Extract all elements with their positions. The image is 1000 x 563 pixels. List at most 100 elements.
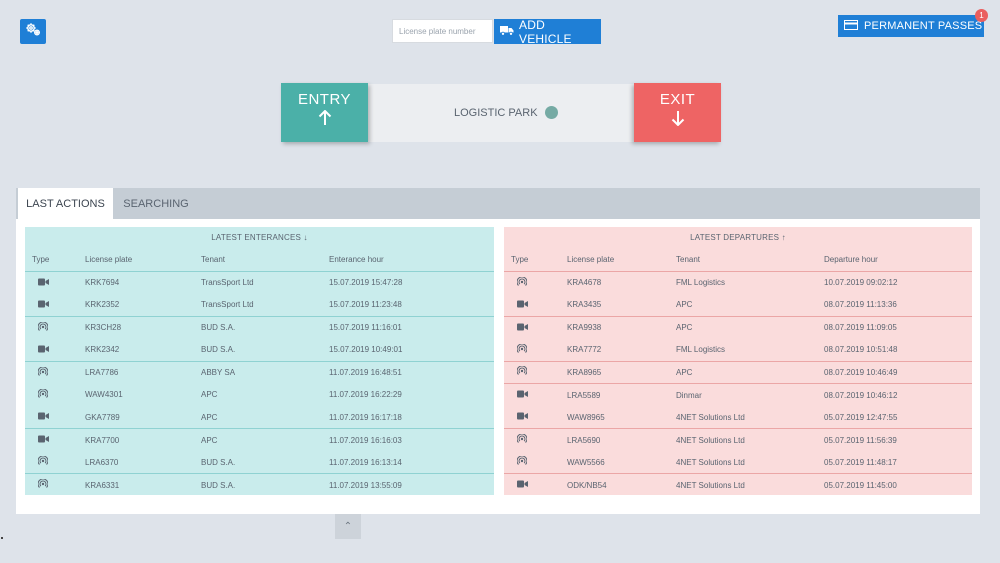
table-row[interactable]: LRA5690 4NET Solutions Ltd 05.07.2019 11:5… [504, 428, 972, 451]
scroll-up-button[interactable]: ⌃ [335, 514, 361, 539]
license-plate-cell: KRK2352 [85, 300, 120, 309]
table-row[interactable]: KRA7772 FML Logistics 08.07.2019 10:51:48 [504, 339, 972, 362]
add-vehicle-button[interactable]: ADD VEHICLE [494, 17, 601, 46]
type-cell [25, 360, 85, 384]
license-plate-cell: LRA5690 [567, 428, 676, 451]
table-row[interactable]: LRA5589 Dinmar 08.07.2019 10:46:12 [504, 383, 972, 406]
license-plate-cell: LRA6370 [85, 457, 119, 467]
table-row[interactable]: WAW4301 APC 11.07.2019 16:22:29 [25, 384, 494, 407]
type-cell [504, 406, 567, 429]
rfid-icon [511, 276, 528, 289]
type-cell [504, 339, 567, 362]
tab-searching[interactable]: SEARCHING [113, 188, 199, 219]
camera-icon [32, 412, 49, 422]
column-header: License plate [567, 249, 676, 272]
tenant-cell: BUD S.A. [201, 473, 329, 496]
rfid-icon [511, 343, 528, 356]
entrances-title[interactable]: LATEST ENTERANCES ↓ [25, 227, 494, 249]
tenant-cell: APC [676, 300, 693, 309]
table-row[interactable]: WAW5566 4NET Solutions Ltd 05.07.2019 11:4… [504, 451, 972, 474]
stray-dot [1, 537, 3, 539]
table-row[interactable]: KRA7700 APC 11.07.2019 16:16:03 [25, 428, 494, 451]
sort-down-icon: ↓ [303, 233, 308, 242]
table-row[interactable]: LRA7786 ABBY SA 11.07.2019 16:48:51 [25, 360, 494, 384]
type-cell [504, 360, 567, 384]
table-row[interactable]: KRA8965 APC 08.07.2019 10:46:49 [504, 360, 972, 384]
tenant-cell: Dinmar [676, 383, 824, 406]
type-cell [25, 406, 85, 429]
tenant-cell: TransSport Ltd [201, 278, 254, 287]
exit-button[interactable]: EXIT [634, 83, 721, 142]
notification-badge: 1 [975, 9, 988, 22]
type-cell [25, 473, 85, 496]
departures-title[interactable]: LATEST DEPARTURES ↑ [504, 227, 972, 249]
camera-icon [511, 323, 528, 333]
table-row[interactable]: KRK7694 TransSport Ltd 15.07.2019 15:47:28 [25, 271, 494, 294]
add-vehicle-label: ADD VEHICLE [519, 17, 572, 46]
type-cell [25, 294, 85, 317]
time-cell: 11.07.2019 16:17:18 [329, 412, 402, 422]
tabs-bar: LAST ACTIONS SEARCHING [16, 188, 980, 219]
license-plate-cell: WAW8965 [567, 412, 605, 422]
license-plate-cell: GKA7789 [85, 412, 120, 422]
license-plate-input[interactable] [392, 19, 493, 43]
time-cell: 08.07.2019 10:46:12 [824, 383, 972, 406]
park-status: LOGISTIC PARK [454, 106, 558, 119]
table-row[interactable]: KR3CH28 BUD S.A. 15.07.2019 11:16:01 [25, 315, 494, 339]
tab-last-actions[interactable]: LAST ACTIONS [18, 188, 113, 219]
exit-label: EXIT [659, 91, 696, 108]
license-plate-cell: KRA8965 [567, 360, 676, 384]
rfid-icon [32, 366, 49, 379]
tenant-cell: APC [201, 412, 218, 422]
time-cell: 08.07.2019 11:09:05 [824, 315, 972, 339]
permanent-passes-button[interactable]: PERMANENT PASSES [838, 15, 984, 37]
camera-icon [511, 480, 528, 490]
time-cell: 08.07.2019 10:46:49 [824, 360, 972, 384]
rfid-icon [511, 433, 528, 446]
tenant-cell: 4NET Solutions Ltd [676, 457, 745, 467]
main-panel: LAST ACTIONS SEARCHING LATEST ENTERANCES… [16, 188, 980, 514]
tenant-cell: BUD S.A. [201, 345, 236, 354]
camera-icon [511, 412, 528, 422]
table-row[interactable]: KRA3435 APC 08.07.2019 11:13:36 [504, 294, 972, 317]
license-plate-cell: LRA7786 [85, 360, 201, 384]
table-row[interactable]: KRA4678 FML Logistics 10.07.2019 09:02:12 [504, 271, 972, 294]
column-header: Tenant [201, 249, 329, 272]
type-cell [25, 315, 85, 339]
table-row[interactable]: KRK2352 TransSport Ltd 15.07.2019 11:23:48 [25, 294, 494, 317]
permanent-passes-label: PERMANENT PASSES [864, 20, 983, 32]
license-plate-cell: ODK/NB54 [567, 473, 676, 496]
time-cell: 11.07.2019 16:16:03 [329, 428, 494, 451]
rfid-icon [511, 365, 528, 378]
table-row[interactable]: GKA7789 APC 11.07.2019 16:17:18 [25, 406, 494, 429]
table-header-row: Type License plate Tenant Departure hour [504, 249, 972, 272]
column-header: Enterance hour [329, 249, 494, 272]
settings-button[interactable] [20, 19, 46, 44]
table-row[interactable]: KRA9938 APC 08.07.2019 11:09:05 [504, 315, 972, 339]
time-cell: 11.07.2019 16:22:29 [329, 390, 402, 400]
entrances-title-text: LATEST ENTERANCES [211, 233, 302, 242]
time-cell: 11.07.2019 16:48:51 [329, 360, 494, 384]
entry-button[interactable]: ENTRY [281, 83, 368, 142]
table-row[interactable]: ODK/NB54 4NET Solutions Ltd 05.07.2019 11:… [504, 473, 972, 496]
camera-icon [32, 278, 49, 288]
entry-label: ENTRY [297, 91, 352, 108]
tenant-cell: FML Logistics [676, 278, 726, 287]
tenant-cell: FML Logistics [676, 345, 726, 354]
time-cell: 15.07.2019 10:49:01 [329, 345, 403, 354]
type-cell [504, 473, 567, 496]
table-row[interactable]: KRK2342 BUD S.A. 15.07.2019 10:49:01 [25, 339, 494, 362]
time-cell: 11.07.2019 16:13:14 [329, 457, 402, 467]
column-header: Type [25, 249, 85, 272]
gears-icon [24, 20, 42, 43]
tenant-cell: APC [676, 360, 824, 384]
time-cell: 11.07.2019 13:55:09 [329, 473, 494, 496]
type-cell [504, 383, 567, 406]
tenant-cell: ABBY SA [201, 360, 329, 384]
time-cell: 05.07.2019 11:45:00 [824, 473, 972, 496]
table-row[interactable]: LRA6370 BUD S.A. 11.07.2019 16:13:14 [25, 451, 494, 474]
table-row[interactable]: KRA6331 BUD S.A. 11.07.2019 13:55:09 [25, 473, 494, 496]
table-row[interactable]: WAW8965 4NET Solutions Ltd 05.07.2019 12:4… [504, 406, 972, 429]
type-cell [25, 271, 85, 294]
tenant-cell: APC [676, 315, 824, 339]
